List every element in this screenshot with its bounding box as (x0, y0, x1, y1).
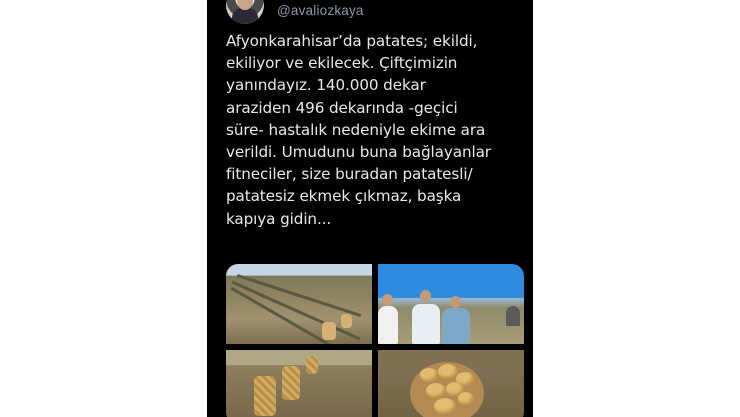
avatar[interactable] (226, 0, 264, 24)
person (506, 306, 520, 326)
media-photo-field-rows[interactable] (226, 264, 372, 344)
potato (426, 383, 446, 398)
media-photo-people-in-field[interactable] (378, 264, 524, 344)
person-head (450, 296, 461, 308)
user-handle[interactable]: @avaliozkaya (277, 3, 364, 18)
potato-sack (341, 314, 352, 328)
potato-sack (306, 356, 318, 374)
tweet-text: Afyonkarahisar’da patates; ekildi, ekili… (226, 32, 491, 228)
person-head (420, 290, 431, 302)
potato-sack (322, 322, 336, 340)
potato (420, 368, 438, 382)
screenshot-canvas: @avaliozkaya Afyonkarahisar’da patates; … (0, 0, 740, 417)
avatar-body (232, 8, 258, 24)
person (442, 308, 470, 344)
person (378, 306, 398, 344)
tweet-media-grid[interactable] (226, 264, 524, 417)
potato (458, 392, 474, 405)
tweet-card[interactable]: @avaliozkaya Afyonkarahisar’da patates; … (207, 0, 533, 417)
media-photo-potato-basket[interactable] (378, 350, 524, 417)
potato (438, 364, 458, 379)
person (412, 304, 440, 344)
media-photo-sacks[interactable] (226, 350, 372, 417)
potato-sack (282, 366, 300, 400)
potato-sack (254, 376, 276, 416)
person-head (382, 294, 393, 306)
potato (434, 398, 456, 414)
